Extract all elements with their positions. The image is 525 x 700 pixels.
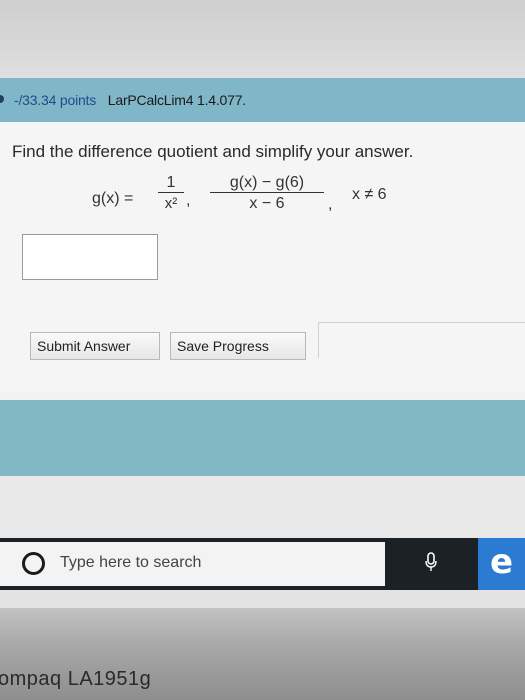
question-text: Find the difference quotient and simplif… xyxy=(12,142,414,161)
monitor-bezel-bottom: ompaq LA1951g xyxy=(0,590,525,700)
function-lhs: g(x) = xyxy=(92,190,134,207)
divider xyxy=(318,322,525,323)
points-value: -/33.34 xyxy=(14,92,57,108)
brand-label: ompaq LA1951g xyxy=(0,668,152,690)
edge-browser-icon[interactable]: e xyxy=(478,538,525,590)
monitor-bezel-top xyxy=(0,0,525,78)
screen: -/33.34 points LarPCalcLim4 1.4.077. Fin… xyxy=(0,78,525,590)
fraction2-denominator: x − 6 xyxy=(249,195,285,212)
divider xyxy=(318,322,319,358)
fraction1-denominator: x² xyxy=(164,195,178,212)
difference-quotient: g(x) − g(6) x − 6 xyxy=(210,174,324,215)
submit-answer-button[interactable]: Submit Answer xyxy=(30,332,160,360)
problem-id: LarPCalcLim4 1.4.077. xyxy=(107,92,246,108)
search-placeholder: Type here to search xyxy=(60,554,202,571)
formula: g(x) = 1 x² , g(x) − g(6) x − 6 , x ≠ 6 xyxy=(0,174,525,234)
bezel-edge xyxy=(0,590,525,608)
taskbar: Type here to search e xyxy=(0,538,525,590)
function-fraction: 1 x² xyxy=(158,174,184,215)
page-bottom xyxy=(0,476,525,538)
footer-band xyxy=(0,400,525,476)
comma-separator: , xyxy=(186,192,191,209)
fraction1-numerator: 1 xyxy=(158,174,184,193)
points-label: points xyxy=(59,92,97,108)
points-info: -/33.34 points LarPCalcLim4 1.4.077. xyxy=(14,92,246,108)
cortana-icon[interactable] xyxy=(22,552,45,575)
question-content: Find the difference quotient and simplif… xyxy=(0,122,525,392)
save-progress-button[interactable]: Save Progress xyxy=(170,332,306,360)
comma-separator: , xyxy=(328,196,333,213)
bullet-icon xyxy=(0,95,4,103)
condition: x ≠ 6 xyxy=(352,186,387,203)
answer-input[interactable] xyxy=(22,234,158,280)
question-header-bar: -/33.34 points LarPCalcLim4 1.4.077. xyxy=(0,78,525,123)
fraction2-numerator: g(x) − g(6) xyxy=(210,174,324,193)
microphone-icon[interactable] xyxy=(425,552,437,572)
taskbar-search[interactable]: Type here to search xyxy=(0,542,385,586)
